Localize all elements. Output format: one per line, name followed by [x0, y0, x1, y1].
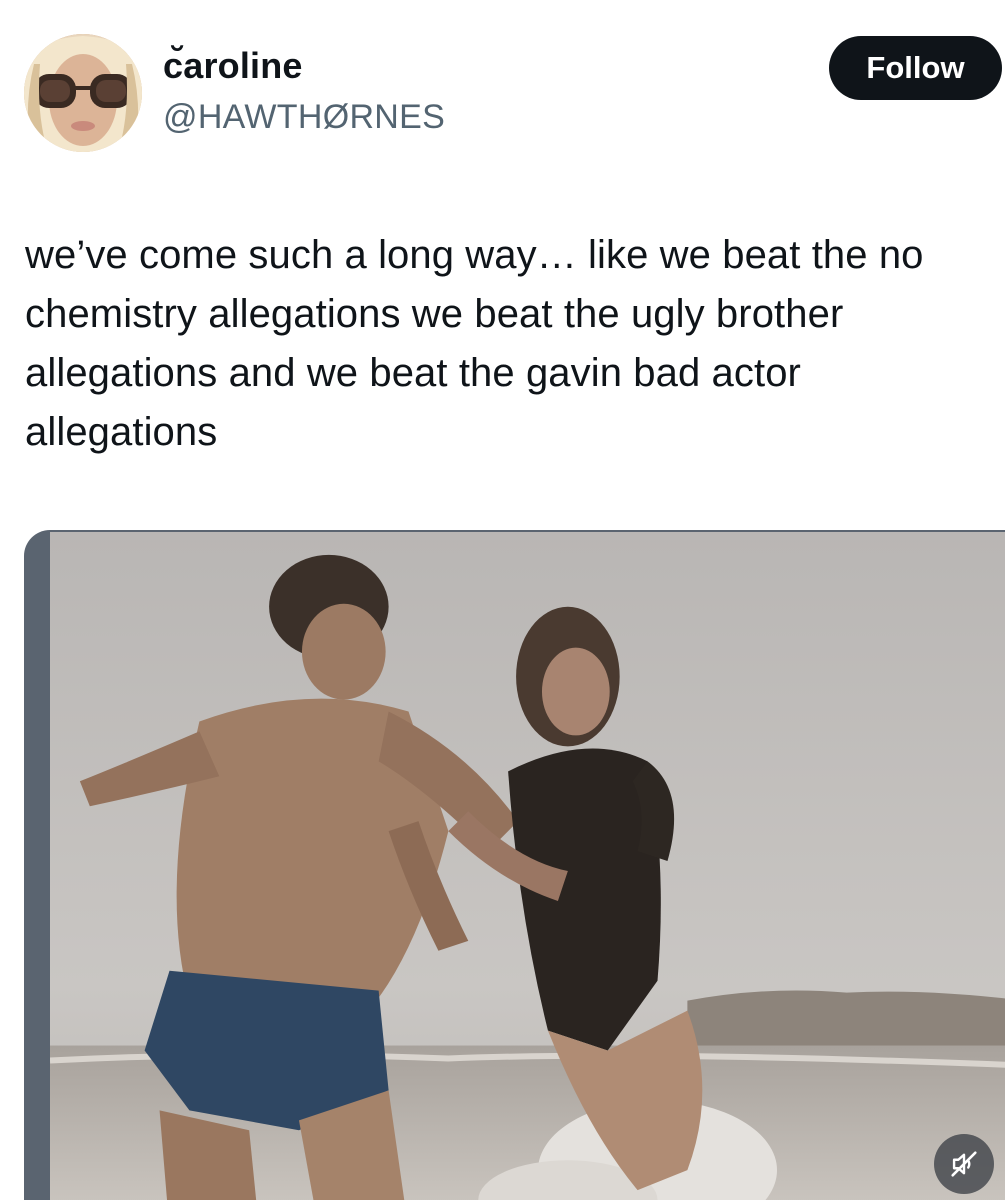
post-text: we’ve come such a long way… like we beat…: [25, 233, 924, 454]
video-still-image: [50, 532, 1005, 1200]
follow-button[interactable]: Follow: [829, 36, 1002, 100]
volume-muted-icon: [951, 1151, 977, 1177]
profile-photo-icon: [24, 34, 142, 152]
author-display-name[interactable]: c̆aroline: [163, 48, 303, 84]
post-video[interactable]: [24, 530, 1005, 1200]
post-card: c̆aroline @HAWTHØRNES Follow we’ve come …: [0, 0, 1005, 1200]
author-handle[interactable]: @HAWTHØRNES: [163, 100, 445, 134]
mute-toggle-button[interactable]: [934, 1134, 994, 1194]
video-frame: [50, 532, 1005, 1200]
author-avatar[interactable]: [24, 34, 142, 152]
